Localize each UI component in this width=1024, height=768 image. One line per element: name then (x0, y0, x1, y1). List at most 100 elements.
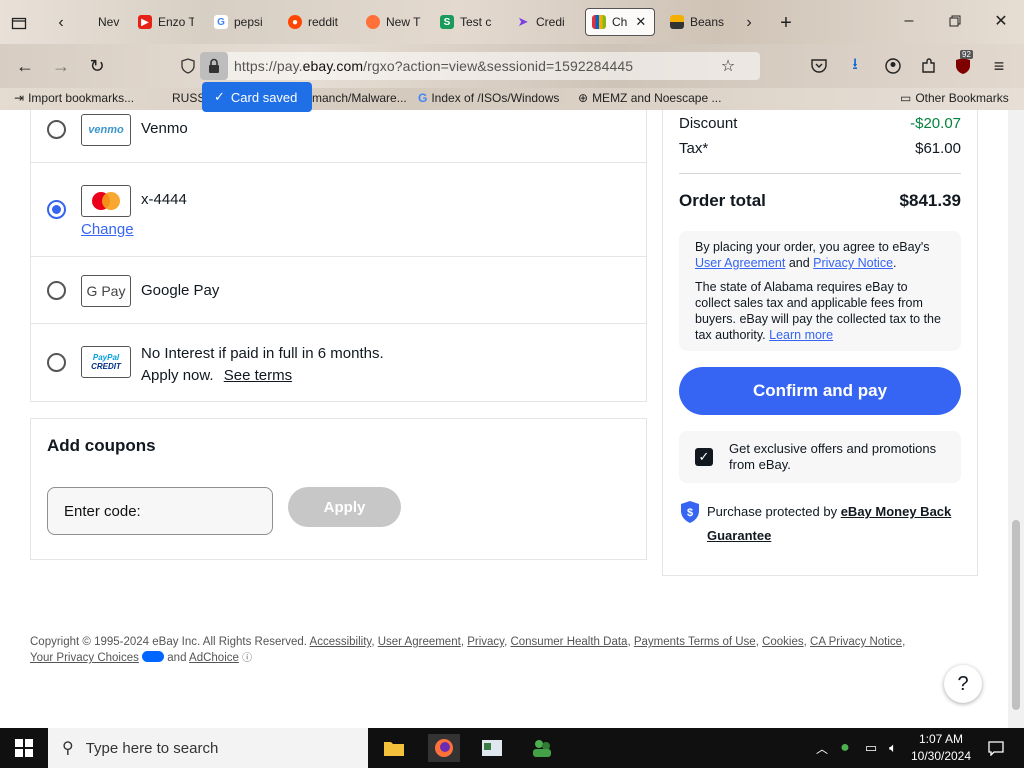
pocket-icon[interactable] (808, 55, 830, 77)
bookmark-memz[interactable]: ⊕ MEMZ and Noescape ... (578, 91, 721, 105)
volume-icon[interactable]: 🔈︎ (882, 734, 904, 762)
tab-1[interactable]: Nev (72, 8, 124, 36)
sheet-icon: S (440, 15, 454, 29)
new-tab-icon[interactable]: + (775, 12, 797, 34)
show-hidden-icons-icon[interactable]: ︿ (812, 734, 832, 762)
file-explorer-icon[interactable] (378, 734, 410, 762)
footer-link-user-agreement[interactable]: User Agreement (378, 636, 461, 648)
coupon-code-input[interactable]: Enter code: (47, 487, 273, 535)
tab-5[interactable]: New T (360, 8, 424, 36)
extensions-icon[interactable] (918, 55, 940, 77)
tab-9[interactable]: Beans (664, 8, 730, 36)
footer-link-adchoice[interactable]: AdChoice (189, 652, 239, 664)
tracking-protection-icon[interactable] (178, 56, 198, 76)
payment-options-panel: venmo Venmo x-4444 Change G Pay Google P… (30, 110, 647, 402)
tab-6[interactable]: S Test c (434, 8, 500, 36)
scroll-tabs-left-icon[interactable]: ‹ (52, 12, 70, 34)
google-icon: G (214, 15, 228, 29)
offers-opt-in: ✓ Get exclusive offers and promotions fr… (679, 431, 961, 483)
notifications-icon[interactable] (980, 734, 1012, 762)
tab-bar: ‹ Nev ▶ Enzo T G pepsi ● reddit New T S … (0, 0, 1024, 44)
tab-8-active[interactable]: Ch ✕ (585, 8, 655, 36)
people-taskbar-icon[interactable] (526, 734, 558, 762)
firefox-taskbar-icon[interactable] (428, 734, 460, 762)
tab-2[interactable]: ▶ Enzo T (132, 8, 194, 36)
card-radio-selected[interactable] (47, 200, 66, 219)
learn-more-link[interactable]: Learn more (769, 328, 833, 342)
google-pay-logo: G Pay (81, 275, 131, 307)
paypal-credit-logo: PayPal CREDIT (81, 346, 131, 378)
tray-people-icon[interactable]: ● (834, 734, 856, 762)
scrollbar-thumb[interactable] (1012, 520, 1020, 710)
footer-link-consumer-health[interactable]: Consumer Health Data (510, 636, 627, 648)
firefox-icon (366, 15, 380, 29)
scroll-tabs-right-icon[interactable]: › (740, 12, 758, 34)
restore-icon[interactable] (944, 10, 966, 32)
network-icon[interactable]: ▭ (860, 734, 882, 762)
footer-link-cookies[interactable]: Cookies (762, 636, 804, 648)
google-pay-radio[interactable] (47, 281, 66, 300)
back-icon[interactable]: ← (14, 55, 36, 77)
footer-link-accessibility[interactable]: Accessibility (310, 636, 372, 648)
tab-7[interactable]: ➤ Credi (510, 8, 576, 36)
payment-option-paypal-credit[interactable]: PayPal CREDIT No Interest if paid in ful… (31, 324, 646, 402)
windows-start-icon[interactable] (8, 734, 40, 762)
reload-icon[interactable]: ↻ (86, 55, 108, 77)
apply-coupon-button[interactable]: Apply (288, 487, 401, 527)
payment-option-venmo[interactable]: venmo Venmo (31, 110, 646, 163)
account-icon[interactable] (882, 55, 904, 77)
ublock-icon[interactable]: 92 (952, 50, 974, 78)
privacy-notice-link[interactable]: Privacy Notice (813, 256, 893, 270)
taskbar-search-placeholder: Type here to search (85, 739, 219, 757)
see-terms-link[interactable]: See terms (224, 367, 292, 384)
menu-icon[interactable]: ≡ (988, 55, 1010, 77)
footer-link-privacy[interactable]: Privacy (467, 636, 504, 648)
bookmark-malware[interactable]: manch/Malware... (312, 91, 407, 105)
address-bar[interactable]: https://pay.ebay.com/rgxo?action=view&se… (200, 52, 760, 80)
lock-icon[interactable] (200, 52, 228, 80)
adchoice-icon: ⓘ (242, 653, 253, 664)
user-agreement-link[interactable]: User Agreement (695, 256, 785, 270)
tab-1-favicon-icon (78, 15, 92, 29)
forward-icon[interactable]: → (50, 55, 72, 77)
taskbar-search[interactable]: ⚲ Type here to search (48, 728, 368, 768)
footer-link-payments-terms[interactable]: Payments Terms of Use (634, 636, 756, 648)
money-back-guarantee: $ Purchase protected by eBay Money Back … (679, 500, 961, 548)
confirm-and-pay-button[interactable]: Confirm and pay (679, 367, 961, 415)
tab-8-label: Ch (612, 15, 628, 29)
footer-link-privacy-choices[interactable]: Your Privacy Choices (30, 652, 139, 664)
tab-3-label: pepsi (234, 15, 263, 29)
bookmark-import[interactable]: ⇥ Import bookmarks... (14, 91, 134, 105)
minimize-icon[interactable]: – (898, 10, 920, 32)
footer-link-ca-privacy[interactable]: CA Privacy Notice (810, 636, 902, 648)
bookmark-isos-label: Index of /ISOs/Windows (431, 91, 560, 105)
tab-4-label: reddit (308, 15, 339, 29)
payment-option-google-pay[interactable]: G Pay Google Pay (31, 257, 646, 324)
url-text[interactable]: https://pay.ebay.com/rgxo?action=view&se… (234, 58, 633, 74)
close-window-icon[interactable]: ✕ (990, 10, 1012, 32)
bookmark-star-icon[interactable]: ☆ (717, 55, 739, 77)
tab-3[interactable]: G pepsi (208, 8, 270, 36)
downloads-icon[interactable]: ⭳ (844, 55, 866, 77)
offers-checkbox[interactable]: ✓ (695, 448, 713, 466)
apply-now-text: Apply now. (141, 367, 214, 384)
change-card-link[interactable]: Change (81, 221, 134, 238)
toast-text: Card saved (230, 89, 298, 105)
app-taskbar-icon[interactable] (476, 734, 508, 762)
page-scrollbar[interactable] (1008, 110, 1024, 728)
venmo-radio[interactable] (47, 120, 66, 139)
close-tab-icon[interactable]: ✕ (635, 14, 646, 30)
taskbar-clock[interactable]: 1:07 AM 10/30/2024 (905, 731, 977, 765)
paypal-credit-radio[interactable] (47, 353, 66, 372)
bookmark-isos[interactable]: G Index of /ISOs/Windows (418, 91, 559, 105)
order-summary-panel: Discount -$20.07 Tax* $61.00 Order total… (662, 110, 978, 576)
tab-4[interactable]: ● reddit (282, 8, 348, 36)
discount-row: Discount -$20.07 (679, 115, 961, 132)
help-button[interactable]: ? (944, 665, 982, 703)
tab-list-icon[interactable] (8, 12, 30, 34)
bookmark-other[interactable]: ▭ Other Bookmarks (900, 91, 1009, 105)
send-icon: ➤ (517, 14, 529, 29)
bookmark-memz-label: MEMZ and Noescape ... (592, 91, 722, 105)
payment-option-card[interactable]: x-4444 Change (31, 163, 646, 257)
card-number-label: x-4444 (141, 191, 187, 208)
